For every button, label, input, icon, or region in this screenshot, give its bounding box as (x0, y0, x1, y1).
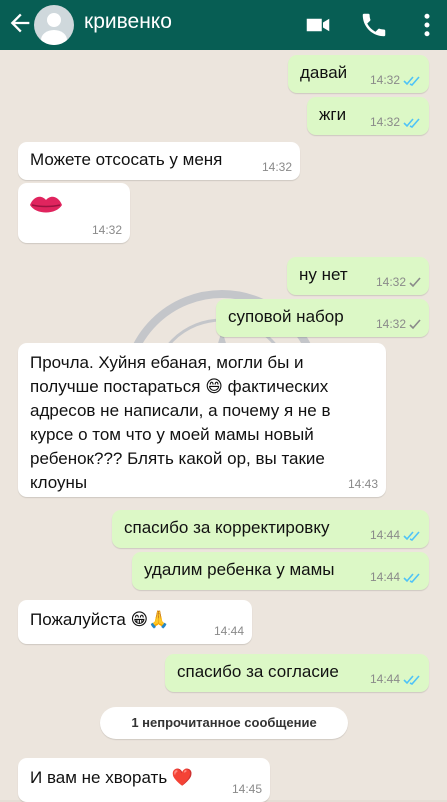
read-double-check-icon (403, 76, 420, 86)
message-text: И вам не хворать ❤️ (30, 768, 194, 787)
sent-check-icon (409, 277, 421, 287)
message-text: Пожалуйста 😁🙏 (30, 610, 170, 629)
message-outgoing[interactable]: давай 14:32 (288, 55, 429, 93)
message-text: удалим ребенка у мамы (144, 560, 335, 579)
message-incoming[interactable]: 14:32 (18, 183, 130, 243)
avatar[interactable] (34, 5, 74, 45)
chat-header: кривенко (0, 0, 447, 50)
message-time: 14:44 (369, 570, 400, 584)
message-incoming[interactable]: Прочла. Хуйня ебаная, могли бы и получше… (18, 343, 386, 497)
more-vert-icon[interactable] (412, 10, 442, 40)
message-text: Прочла. Хуйня ебаная, могли бы и получше… (30, 353, 331, 492)
message-incoming[interactable]: И вам не хворать ❤️ 14:45 (18, 758, 270, 802)
sent-check-icon (409, 319, 421, 329)
read-double-check-icon (403, 573, 420, 583)
message-text: Можете отсосать у меня (30, 150, 223, 169)
message-time: 14:32 (91, 223, 122, 237)
read-double-check-icon (403, 675, 420, 685)
read-double-check-icon (403, 118, 420, 128)
message-text: жги (319, 105, 347, 124)
message-text: ну нет (299, 265, 348, 284)
message-outgoing[interactable]: удалим ребенка у мамы 14:44 (132, 552, 429, 590)
message-time: 14:32 (375, 275, 406, 289)
message-time: 14:44 (369, 528, 400, 542)
message-text: давай (300, 63, 348, 82)
message-text: суповой набор (228, 307, 344, 326)
message-time: 14:45 (231, 782, 262, 796)
message-outgoing[interactable]: ну нет 14:32 (287, 257, 429, 295)
message-outgoing[interactable]: спасибо за согласие 14:44 (165, 654, 429, 692)
message-incoming[interactable]: Пожалуйста 😁🙏 14:44 (18, 600, 252, 644)
kiss-lips-icon (30, 196, 62, 213)
message-time: 14:44 (213, 624, 244, 638)
message-time: 14:32 (369, 115, 400, 129)
video-call-icon[interactable] (303, 10, 333, 40)
contact-name[interactable]: кривенко (84, 10, 172, 34)
message-time: 14:43 (347, 477, 378, 491)
message-text: спасибо за корректировку (124, 518, 330, 537)
phone-icon[interactable] (359, 10, 389, 40)
read-double-check-icon (403, 531, 420, 541)
message-incoming[interactable]: Можете отсосать у меня 14:32 (18, 142, 300, 180)
message-text: спасибо за согласие (177, 662, 339, 681)
message-outgoing[interactable]: суповой набор 14:32 (216, 299, 429, 337)
message-time: 14:32 (261, 160, 292, 174)
message-outgoing[interactable]: жги 14:32 (307, 97, 429, 135)
message-time: 14:32 (369, 73, 400, 87)
unread-messages-banner: 1 непрочитанное сообщение (100, 707, 348, 739)
arrow-back-icon[interactable] (6, 9, 34, 37)
message-time: 14:44 (369, 672, 400, 686)
message-outgoing[interactable]: спасибо за корректировку 14:44 (112, 510, 429, 548)
message-time: 14:32 (375, 317, 406, 331)
